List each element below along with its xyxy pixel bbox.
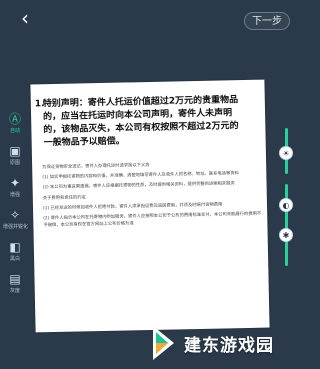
back-button[interactable]: ‹ [14,7,36,29]
detail-knob[interactable]: ✱ [279,228,293,242]
watermark-text: 建东游戏园 [184,336,274,356]
filter-enhance-sharpen[interactable]: ✧ 增强并锐化 [3,208,28,236]
document-body: 为保证货物安全送达，寄件人办理托运时请求按以下义务 (1) 如实申报托寄物的内容… [42,160,263,331]
filter-enhance[interactable]: ✦ 增强 [3,176,27,204]
body-paragraph: (2) 寄件人指示本公司在托寄物内附加服务，寄件人应按照本公司于公布的费用标准支… [43,211,262,229]
chevron-left-icon: ‹ [21,6,29,30]
top-bar: ‹ 下一步 [0,0,300,34]
contrast-knob[interactable]: ◐ [279,198,293,212]
filter-original[interactable]: ▣ 原图 [3,144,27,172]
brightness-knob[interactable]: ☀ [279,146,293,160]
adjustment-sliders: ☀ ◐ ✱ [279,128,293,268]
sun-icon: ☀ [282,149,290,158]
enhance-icon: ✦ [9,176,21,190]
heading-number: 1. [34,99,45,110]
watermark: 建东游戏园 [150,318,298,368]
image-icon: ▣ [9,144,21,158]
auto-icon: Ⓐ [8,112,21,126]
next-step-button[interactable]: 下一步 [244,12,290,30]
black-white-icon: ◧ [9,240,21,254]
document-heading: 1. 特别声明：寄件人托运价值超过2万元的贵重物品的，应当在托运时向本公司声明，… [35,94,244,150]
filter-toolbar: Ⓐ 自动 ▣ 原图 ✦ 增强 ✧ 增强并锐化 ◧ 黑白 ▤ 灰度 [0,112,30,302]
gear-icon: ✱ [282,231,290,240]
watermark-logo-icon [153,326,174,360]
filter-grayscale[interactable]: ▤ 灰度 [3,272,27,300]
sharpen-icon: ✧ [9,208,21,222]
scanned-document: 1. 特别声明：寄件人托运价值超过2万元的贵重物品的，应当在托运时向本公司声明，… [30,79,270,333]
heading-text: 特别声明：寄件人托运价值超过2万元的贵重物品的，应当在托运时向本公司声明，寄件人… [42,95,239,149]
filter-auto[interactable]: Ⓐ 自动 [3,112,27,140]
filter-black-white[interactable]: ◧ 黑白 [3,240,27,268]
contrast-icon: ◐ [282,201,290,210]
grayscale-icon: ▤ [9,272,21,286]
detail-track[interactable] [285,220,288,266]
